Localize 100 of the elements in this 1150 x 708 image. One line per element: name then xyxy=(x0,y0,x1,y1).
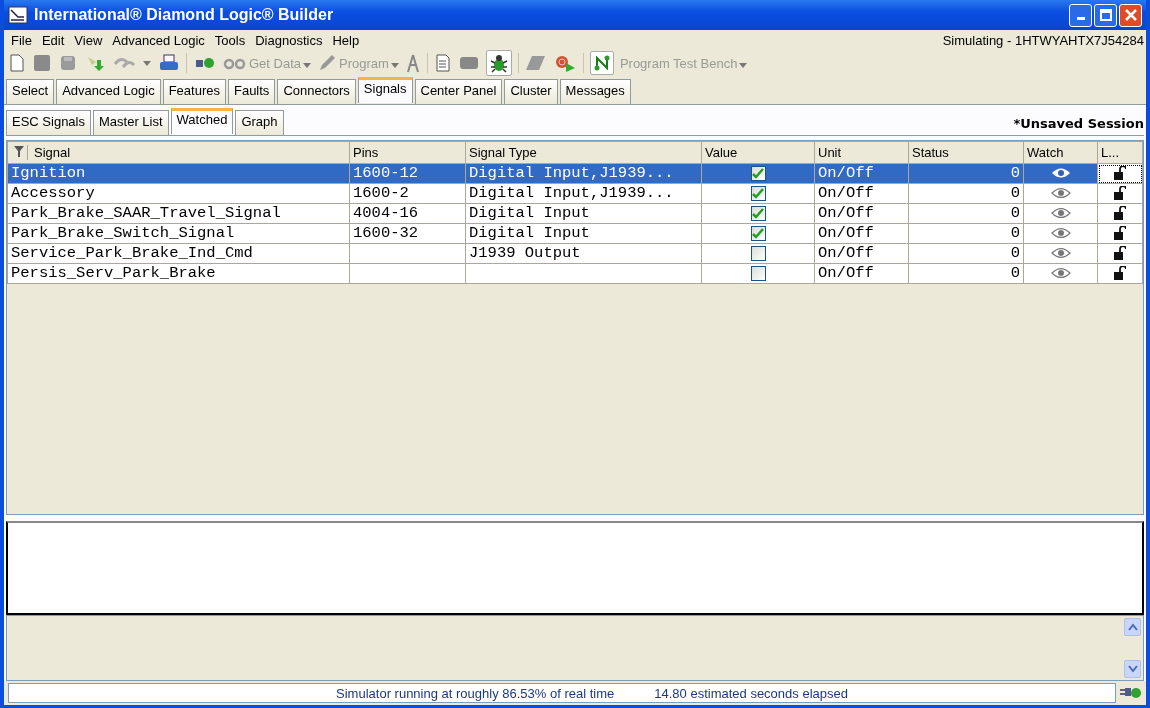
plug-button[interactable] xyxy=(193,55,217,71)
simulation-status: Simulating - 1HTWYAHTX7J54284 xyxy=(942,32,1144,48)
pencil-icon xyxy=(317,53,338,73)
checkbox[interactable] xyxy=(750,265,766,281)
table-cell: Park_Brake_SAAR_Travel_Signal xyxy=(11,204,281,223)
tab[interactable]: Features xyxy=(162,79,226,104)
eye-icon[interactable] xyxy=(1050,207,1071,220)
caret-icon xyxy=(303,62,312,68)
maximize-icon xyxy=(1099,9,1112,21)
menu-item[interactable]: Help xyxy=(327,32,365,48)
checkbox[interactable] xyxy=(750,225,766,241)
table-cell: 0 xyxy=(1010,204,1020,223)
tab[interactable]: Faults xyxy=(227,79,276,104)
stop-button[interactable] xyxy=(457,54,480,72)
bug-button[interactable] xyxy=(485,50,512,76)
table-cell: On/Off xyxy=(818,244,874,263)
menu-item[interactable]: Advanced Logic xyxy=(107,32,210,48)
tab[interactable]: Graph xyxy=(235,110,284,135)
print-button[interactable] xyxy=(158,53,180,73)
table-cell: On/Off xyxy=(818,264,874,283)
eye-icon[interactable] xyxy=(1050,187,1071,200)
window-title: International® Diamond Logic® Builder xyxy=(34,6,335,24)
status-text: 14.80 estimated seconds elapsed xyxy=(654,685,848,701)
close-icon xyxy=(1124,9,1137,21)
caret-icon xyxy=(390,62,399,68)
tab[interactable]: Center Panel xyxy=(414,79,503,104)
session-label: *Unsaved Session xyxy=(1013,116,1144,133)
eye-icon[interactable] xyxy=(1050,227,1071,240)
table-cell: Digital Input,J1939... xyxy=(469,184,674,203)
tab[interactable]: Select xyxy=(6,79,55,104)
tab[interactable]: Watched xyxy=(170,108,234,134)
padlock-icon[interactable] xyxy=(1114,266,1126,281)
table-cell: Digital Input xyxy=(469,204,590,223)
checkbox[interactable] xyxy=(750,165,766,181)
table-cell: Service_Park_Brake_Ind_Cmd xyxy=(11,244,253,263)
menu-item[interactable]: Diagnostics xyxy=(250,32,328,48)
caret-icon[interactable] xyxy=(142,59,152,67)
table-cell: On/Off xyxy=(818,184,874,203)
padlock-icon[interactable] xyxy=(1114,166,1126,181)
table-cell: 0 xyxy=(1010,184,1020,203)
filter-icon[interactable] xyxy=(11,145,28,160)
tab[interactable]: Master List xyxy=(93,110,169,135)
maximize-button[interactable] xyxy=(1094,3,1117,27)
menu-item[interactable]: View xyxy=(69,32,108,48)
padlock-icon[interactable] xyxy=(1114,206,1126,221)
save-button[interactable] xyxy=(32,53,52,73)
eye-icon[interactable] xyxy=(1050,267,1071,280)
column-header[interactable]: Signal Type xyxy=(469,145,537,160)
caret-icon xyxy=(739,62,748,68)
scroll-up-button[interactable] xyxy=(1124,618,1141,636)
menu-item[interactable]: Tools xyxy=(209,32,251,48)
tab[interactable]: Advanced Logic xyxy=(56,79,161,104)
checkbox[interactable] xyxy=(750,185,766,201)
eye-icon[interactable] xyxy=(1050,247,1071,260)
table-cell: Digital Input,J1939... xyxy=(469,164,674,183)
document-button[interactable] xyxy=(433,53,452,73)
table-cell: On/Off xyxy=(818,204,874,223)
chevron-up-icon xyxy=(1127,623,1138,631)
checkbox[interactable] xyxy=(750,245,766,261)
table-cell: Digital Input xyxy=(469,224,590,243)
chevron-down-icon xyxy=(1127,665,1138,673)
padlock-icon[interactable] xyxy=(1114,246,1126,261)
table-cell: 1600-12 xyxy=(353,164,419,183)
table-cell: Accessory xyxy=(11,184,95,203)
scroll-down-button[interactable] xyxy=(1124,660,1141,678)
checkbox[interactable] xyxy=(750,205,766,221)
tab[interactable]: Connectors xyxy=(277,79,356,104)
table-cell: 0 xyxy=(1010,164,1020,183)
minimize-icon xyxy=(1076,17,1085,20)
tab[interactable]: ESC Signals xyxy=(6,110,91,135)
table-cell: 0 xyxy=(1010,244,1020,263)
close-button[interactable] xyxy=(1119,3,1142,27)
table-cell: On/Off xyxy=(818,224,874,243)
tab[interactable]: Signals xyxy=(357,77,413,103)
test-bench-icon-button[interactable] xyxy=(589,51,614,75)
tab[interactable]: Messages xyxy=(559,79,631,104)
eye-icon[interactable] xyxy=(1050,167,1071,180)
table-cell: 4004-16 xyxy=(353,204,419,223)
padlock-icon[interactable] xyxy=(1114,226,1126,241)
table-cell: 1600-32 xyxy=(353,224,419,243)
tab[interactable]: Cluster xyxy=(504,79,558,104)
menu-item[interactable]: Edit xyxy=(36,32,70,48)
column-header[interactable]: Signal xyxy=(34,145,71,160)
column-header[interactable]: Unit xyxy=(818,145,842,160)
column-header[interactable]: Value xyxy=(705,145,738,160)
status-text: Simulator running at roughly 86.53% of real time xyxy=(336,685,615,701)
menu-item[interactable]: File xyxy=(6,32,37,48)
app-icon xyxy=(8,6,28,24)
column-header[interactable]: Pins xyxy=(353,145,379,160)
padlock-icon[interactable] xyxy=(1114,186,1126,201)
new-document-button[interactable] xyxy=(8,53,26,73)
table-cell: Ignition xyxy=(11,164,86,183)
table-cell: On/Off xyxy=(818,164,874,183)
table-cell: Park_Brake_Switch_Signal xyxy=(11,224,235,243)
table-cell: 0 xyxy=(1010,264,1020,283)
table-cell: Persis_Serv_Park_Brake xyxy=(11,264,216,283)
table-cell: 1600-2 xyxy=(353,184,409,203)
table-cell: J1939 Output xyxy=(469,244,581,263)
minimize-button[interactable] xyxy=(1069,3,1092,27)
table-cell: 0 xyxy=(1010,224,1020,243)
